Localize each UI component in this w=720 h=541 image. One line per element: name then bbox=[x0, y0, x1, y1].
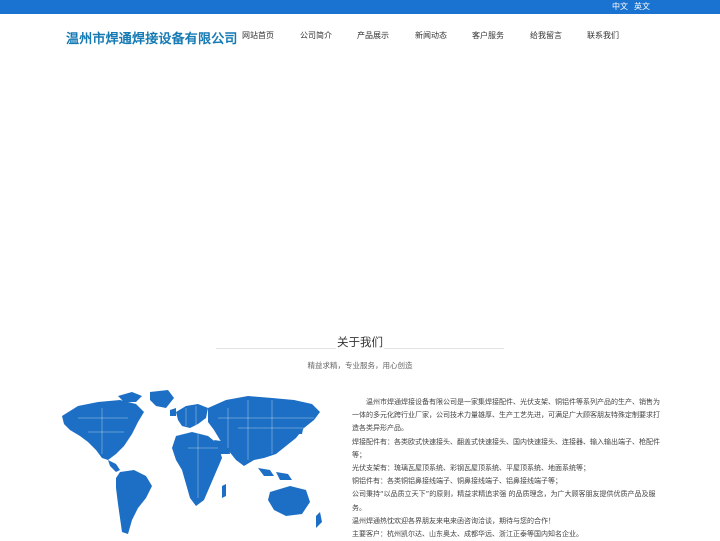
nav-home[interactable]: 网站首页 bbox=[242, 30, 274, 41]
nav-about[interactable]: 公司简介 bbox=[300, 30, 332, 41]
site-header: 温州市焊通焊接设备有限公司 网站首页 公司简介 产品展示 新闻动态 客户服务 给… bbox=[0, 14, 720, 56]
banner-area bbox=[0, 56, 720, 326]
nav-products[interactable]: 产品展示 bbox=[357, 30, 389, 41]
about-paragraph-copper: 铜铝件有：各类铜铝鼻接线端子、铜鼻接线端子、铝鼻接线端子等； bbox=[352, 477, 562, 486]
about-text-block: 温州市焊通焊接设备有限公司是一家集焊接配件、光伏支架、铜铝件等系列产品的生产、销… bbox=[352, 396, 662, 541]
about-paragraph-clients: 主要客户：杭州凯尔达、山东奥太、成都华远、浙江正泰等国内知名企业。 bbox=[352, 530, 583, 539]
top-bar: 中文 英文 bbox=[0, 0, 720, 14]
nav-service[interactable]: 客户服务 bbox=[472, 30, 504, 41]
about-paragraph-quality: 公司秉持“以品质立天下”的原则，精益求精追求强 的品质理念，为广大顾客朋友提供优… bbox=[352, 490, 656, 512]
lang-english-link[interactable]: 英文 bbox=[634, 1, 650, 12]
nav-message[interactable]: 给我留言 bbox=[530, 30, 562, 41]
about-paragraph-welding: 焊接配件有：各类欧式快速接头、翻盖式快速接头、国内快速接头、连接器、输入输出端子… bbox=[352, 437, 660, 459]
title-divider-left bbox=[216, 348, 336, 349]
company-logo-text[interactable]: 温州市焊通焊接设备有限公司 bbox=[66, 28, 238, 47]
nav-contact[interactable]: 联系我们 bbox=[587, 30, 619, 41]
about-paragraph-solar: 光伏支架有：琉璃瓦屋顶系统、彩钢瓦屋顶系统、平屋顶系统、地面系统等； bbox=[352, 464, 590, 473]
nav-news[interactable]: 新闻动态 bbox=[415, 30, 447, 41]
about-section-subtitle: 精益求精，专业服务，用心创造 bbox=[307, 361, 413, 370]
title-divider-right bbox=[384, 348, 504, 349]
about-paragraph-intro: 温州市焊通焊接设备有限公司是一家集焊接配件、光伏支架、铜铝件等系列产品的生产、销… bbox=[352, 398, 660, 433]
about-section-title: 关于我们 bbox=[337, 335, 383, 349]
about-paragraph-welcome: 温州焊通热忱欢迎各界朋友来电来函咨询洽谈，期待与您的合作！ bbox=[352, 516, 555, 525]
lang-chinese-link[interactable]: 中文 bbox=[612, 1, 628, 12]
world-map-image bbox=[62, 390, 322, 534]
